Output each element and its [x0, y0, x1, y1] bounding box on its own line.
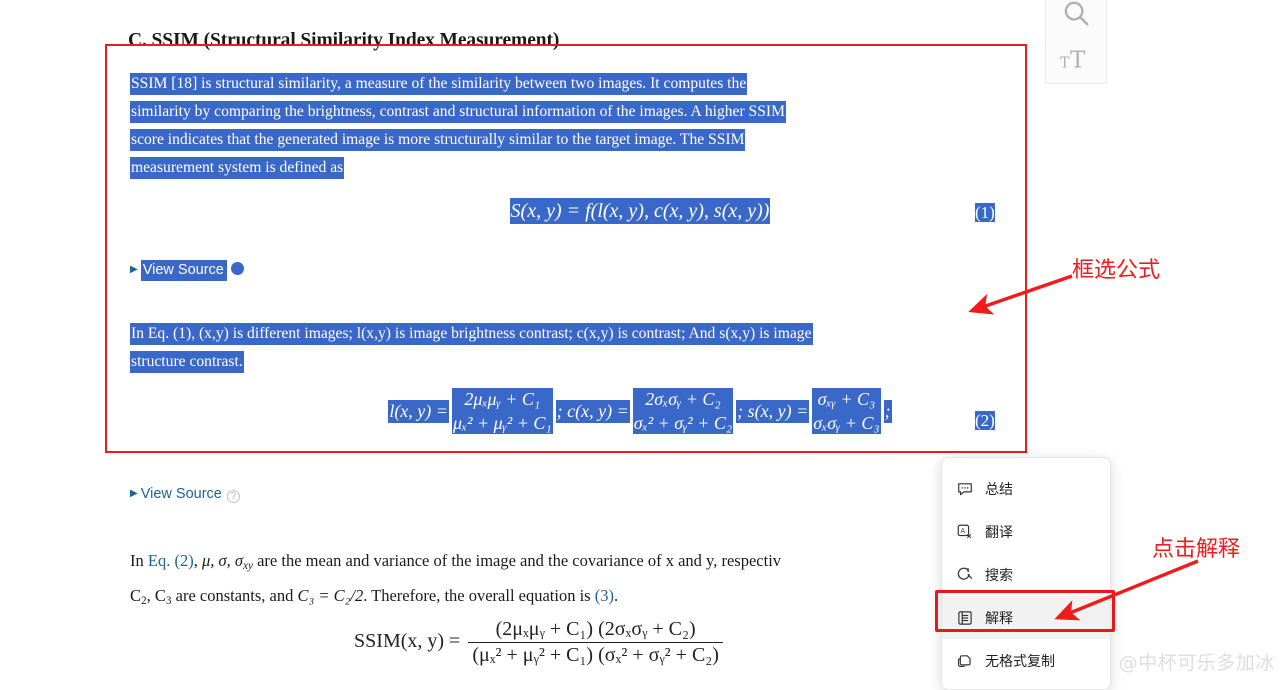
text-fragment: . — [613, 586, 619, 606]
copy-plain-icon — [956, 652, 974, 670]
selected-text: SSIM [18] is structural similarity, a me… — [130, 73, 748, 95]
math-symbols: μ, σ, σxy — [201, 551, 253, 573]
chevron-right-icon: ▶ — [130, 488, 138, 499]
help-icon[interactable]: ? — [226, 490, 240, 503]
selected-text: In Eq. (1), (x,y) is different images; l… — [130, 323, 813, 345]
fraction-numerator: 2μₓμᵧ + C₁ — [451, 388, 553, 411]
equation-1-number: (1) — [975, 203, 995, 222]
chevron-right-icon: ▶ — [130, 264, 138, 275]
link-eq3[interactable]: (3) — [595, 586, 614, 605]
equation-2-fraction-2: 2σₓσᵧ + C₂ σₓ² + σᵧ² + C₂ — [632, 388, 734, 435]
annotation-label-click-explain: 点击解释 — [1152, 537, 1241, 562]
selection-context-menu[interactable]: 总结 A 翻译 搜索 解释 无格式复制 — [941, 457, 1111, 690]
context-menu-item-search[interactable]: 搜索 — [942, 553, 1110, 596]
equation-2-fraction-1: 2μₓμᵧ + C₁ μₓ² + μᵧ² + C₁ — [451, 388, 553, 435]
math-expression: C₃ = C₂/2 — [297, 586, 364, 606]
selected-text: similarity by comparing the brightness, … — [130, 101, 786, 123]
link-eq2[interactable]: Eq. (2) — [148, 551, 194, 570]
text-fragment: , — [193, 551, 202, 570]
equation-2-fraction-3: σₓᵧ + C₃ σₓσᵧ + C₃ — [812, 388, 881, 435]
fraction-denominator: σₓ² + σᵧ² + C₂ — [632, 410, 734, 435]
equation-3-fraction: (2μₓμᵧ + C₁) (2σₓσᵧ + C₂) (μₓ² + μᵧ² + C… — [468, 618, 723, 667]
context-menu-label: 翻译 — [985, 524, 1013, 541]
text-fragment: C — [130, 586, 142, 606]
help-icon[interactable] — [230, 262, 244, 275]
fraction-denominator: σₓσᵧ + C₃ — [812, 410, 881, 435]
equation-2-part2-lhs: ; c(x, y) = — [555, 399, 630, 423]
equation-1-body: S(x, y) = f(l(x, y), c(x, y), s(x, y)) — [0, 198, 1280, 224]
paragraph-eq2-explanation: In Eq. (2), μ, σ, σxy are the mean and v… — [130, 551, 782, 608]
view-source-link-1[interactable]: ▶ View Source — [130, 260, 244, 281]
equation-3-lhs: SSIM(x, y) = — [354, 630, 461, 653]
context-menu-label: 搜索 — [985, 567, 1013, 584]
reader-toolbar[interactable]: T T — [1045, 0, 1107, 84]
paragraph-line: In Eq. (1), (x,y) is different images; l… — [130, 320, 1010, 348]
svg-text:T: T — [1070, 47, 1086, 73]
text-fragment: . Therefore, the overall equation is — [363, 586, 595, 606]
search-circle-icon — [956, 566, 974, 584]
view-source-link-2[interactable]: ▶ View Source? — [130, 486, 240, 503]
equation-2-body: l(x, y) = 2μₓμᵧ + C₁ μₓ² + μᵧ² + C₁; c(x, … — [0, 388, 1280, 435]
text-fragment: , C — [146, 586, 166, 606]
translate-icon: A — [956, 523, 974, 541]
context-menu-item-explain[interactable]: 解释 — [942, 596, 1110, 639]
selected-text: score indicates that the generated image… — [130, 129, 746, 151]
view-source-label: View Source — [140, 486, 222, 502]
equation-2[interactable]: l(x, y) = 2μₓμᵧ + C₁ μₓ² + μᵧ² + C₁; c(x, … — [0, 388, 1280, 435]
svg-text:A: A — [961, 527, 966, 535]
fraction-numerator: (2μₓμᵧ + C₁) (2σₓσᵧ + C₂) — [495, 618, 696, 640]
equation-1-expression: S(x, y) = f(l(x, y), c(x, y), s(x, y)) — [509, 198, 771, 224]
equation-2-part1-lhs: l(x, y) = — [388, 399, 449, 423]
text-fragment: In — [130, 551, 148, 570]
paragraph-line: similarity by comparing the brightness, … — [130, 98, 1000, 126]
svg-text:T: T — [1060, 55, 1070, 71]
paragraph-line: SSIM [18] is structural similarity, a me… — [130, 70, 1000, 98]
paragraph-line: score indicates that the generated image… — [130, 126, 1000, 154]
paragraph-line: structure contrast. — [130, 348, 1010, 376]
explain-note-icon — [956, 609, 974, 627]
equation-1[interactable]: S(x, y) = f(l(x, y), c(x, y), s(x, y)) — [0, 198, 1280, 224]
fraction-denominator: μₓ² + μᵧ² + C₁ — [451, 410, 553, 435]
context-menu-item-summary[interactable]: 总结 — [942, 467, 1110, 510]
context-menu-item-translate[interactable]: A 翻译 — [942, 510, 1110, 553]
selected-text: structure contrast. — [130, 351, 244, 373]
search-icon[interactable] — [1061, 0, 1091, 33]
context-menu-label: 解释 — [985, 610, 1013, 627]
context-menu-item-copy-plain[interactable]: 无格式复制 — [942, 639, 1110, 682]
text-fragment: are the mean and variance of the image a… — [252, 551, 782, 570]
equation-2-tail: ; — [883, 399, 892, 423]
equation-2-number: (2) — [975, 411, 995, 430]
view-source-label: View Source — [140, 260, 227, 281]
annotation-label-box-formula: 框选公式 — [1072, 258, 1161, 283]
paragraph-line: measurement system is defined as — [130, 154, 1000, 182]
selected-text: measurement system is defined as — [130, 157, 345, 179]
paragraph-ssim-description[interactable]: SSIM [18] is structural similarity, a me… — [130, 70, 1000, 182]
fraction-numerator: σₓᵧ + C₃ — [812, 388, 881, 411]
equation-3: SSIM(x, y) = (2μₓμᵧ + C₁) (2σₓσᵧ + C₂) (… — [0, 618, 1080, 667]
context-menu-label: 总结 — [985, 481, 1013, 498]
page-title: C. SSIM (Structural Similarity Index Mea… — [128, 30, 560, 51]
fraction-numerator: 2σₓσᵧ + C₂ — [632, 388, 734, 411]
context-menu-label: 无格式复制 — [985, 653, 1055, 670]
equation-2-part3-lhs: ; s(x, y) = — [736, 399, 810, 423]
text-size-icon[interactable]: T T — [1059, 45, 1093, 78]
paragraph-eq1-explanation[interactable]: In Eq. (1), (x,y) is different images; l… — [130, 320, 1010, 376]
fraction-denominator: (μₓ² + μᵧ² + C₁) (σₓ² + σᵧ² + C₂) — [468, 642, 723, 667]
summary-bubble-icon — [956, 480, 974, 498]
text-fragment: are constants, and — [171, 586, 298, 606]
